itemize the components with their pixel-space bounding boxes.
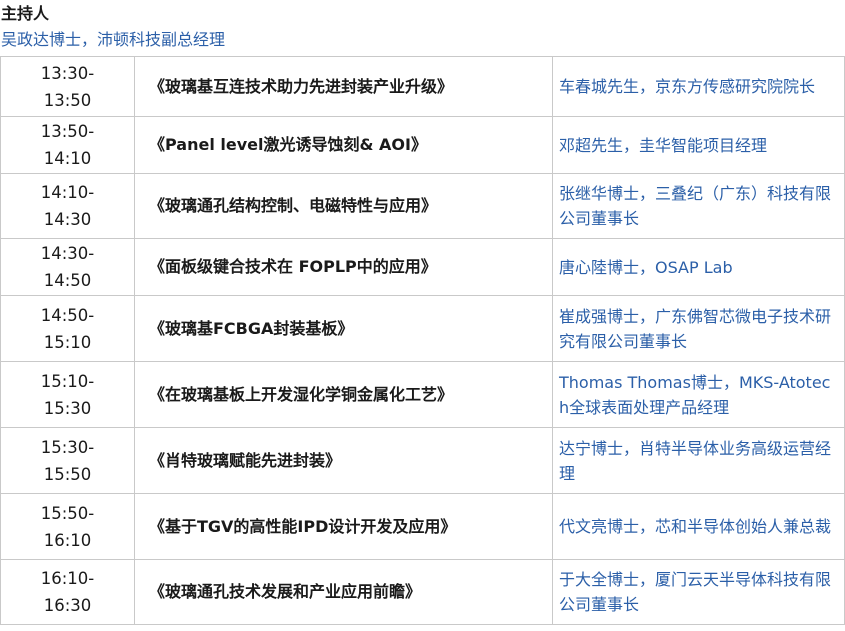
agenda-row: 13:30- 13:50 《玻璃基互连技术助力先进封装产业升级》 车春城先生，京东… (0, 56, 845, 117)
agenda-row: 15:50- 16:10 《基于TGV的高性能IPD设计开发及应用》 代文亮博士，… (0, 493, 845, 560)
topic-cell: 《玻璃通孔技术发展和产业应用前瞻》 (134, 559, 553, 625)
speaker-cell: 达宁博士，肖特半导体业务高级运营经理 (552, 427, 845, 494)
topic-cell: 《玻璃基FCBGA封装基板》 (134, 295, 553, 362)
end-time: 15:10 (43, 332, 92, 352)
speaker-cell: 邓超先生，圭华智能项目经理 (552, 116, 845, 174)
time-cell: 15:10- 15:30 (0, 361, 135, 428)
time-cell: 14:30- 14:50 (0, 238, 135, 296)
speaker-cell: Thomas Thomas博士，MKS-Atotech全球表面处理产品经理 (552, 361, 845, 428)
end-time: 14:10 (43, 149, 92, 168)
agenda-row: 13:50- 14:10 《Panel level激光诱导蚀刻& AOI》 邓超先… (0, 116, 845, 174)
host-section: 主持人 吴政达博士，沛顿科技副总经理 (0, 0, 845, 56)
topic-cell: 《肖特玻璃赋能先进封装》 (134, 427, 553, 494)
start-time: 15:10- (40, 371, 95, 391)
agenda-row: 15:30- 15:50 《肖特玻璃赋能先进封装》 达宁博士，肖特半导体业务高级运… (0, 427, 845, 494)
time-cell: 13:30- 13:50 (0, 56, 135, 117)
agenda-row: 14:30- 14:50 《面板级键合技术在 FOPLP中的应用》 唐心陸博士，O… (0, 238, 845, 296)
topic-cell: 《玻璃基互连技术助力先进封装产业升级》 (134, 56, 553, 117)
topic-cell: 《Panel level激光诱导蚀刻& AOI》 (134, 116, 553, 174)
agenda-row: 15:10- 15:30 《在玻璃基板上开发湿化学铜金属化工艺》 Thomas T… (0, 361, 845, 428)
time-cell: 14:50- 15:10 (0, 295, 135, 362)
time-cell: 13:50- 14:10 (0, 116, 135, 174)
host-title: 主持人 (1, 4, 50, 23)
start-time: 14:10- (40, 183, 95, 202)
speaker-cell: 唐心陸博士，OSAP Lab (552, 238, 845, 296)
topic-cell: 《玻璃通孔结构控制、电磁特性与应用》 (134, 173, 553, 239)
agenda-table: 13:30- 13:50 《玻璃基互连技术助力先进封装产业升级》 车春城先生，京东… (0, 56, 845, 625)
end-time: 15:50 (43, 464, 92, 484)
host-name: 吴政达博士，沛顿科技副总经理 (1, 30, 226, 49)
start-time: 16:10- (40, 569, 95, 588)
time-cell: 15:30- 15:50 (0, 427, 135, 494)
end-time: 14:50 (43, 271, 92, 290)
speaker-cell: 崔成强博士，广东佛智芯微电子技术研究有限公司董事长 (552, 295, 845, 362)
start-time: 15:50- (40, 503, 95, 523)
start-time: 13:50- (40, 122, 95, 141)
speaker-cell: 于大全博士，厦门云天半导体科技有限公司董事长 (552, 559, 845, 625)
time-cell: 14:10- 14:30 (0, 173, 135, 239)
end-time: 14:30 (43, 210, 92, 229)
start-time: 14:50- (40, 305, 95, 325)
topic-cell: 《面板级键合技术在 FOPLP中的应用》 (134, 238, 553, 296)
end-time: 13:50 (43, 90, 92, 110)
end-time: 16:10 (43, 530, 92, 550)
start-time: 14:30- (40, 244, 95, 263)
speaker-cell: 车春城先生，京东方传感研究院院长 (552, 56, 845, 117)
start-time: 15:30- (40, 437, 95, 457)
agenda-row: 14:10- 14:30 《玻璃通孔结构控制、电磁特性与应用》 张继华博士，三叠纪… (0, 173, 845, 239)
end-time: 16:30 (43, 596, 92, 615)
topic-cell: 《基于TGV的高性能IPD设计开发及应用》 (134, 493, 553, 560)
start-time: 13:30- (40, 63, 95, 83)
end-time: 15:30 (43, 398, 92, 418)
topic-cell: 《在玻璃基板上开发湿化学铜金属化工艺》 (134, 361, 553, 428)
agenda-row: 14:50- 15:10 《玻璃基FCBGA封装基板》 崔成强博士，广东佛智芯微电… (0, 295, 845, 362)
agenda-row: 16:10- 16:30 《玻璃通孔技术发展和产业应用前瞻》 于大全博士，厦门云天… (0, 559, 845, 625)
time-cell: 16:10- 16:30 (0, 559, 135, 625)
speaker-cell: 张继华博士，三叠纪（广东）科技有限公司董事长 (552, 173, 845, 239)
speaker-cell: 代文亮博士，芯和半导体创始人兼总裁 (552, 493, 845, 560)
time-cell: 15:50- 16:10 (0, 493, 135, 560)
